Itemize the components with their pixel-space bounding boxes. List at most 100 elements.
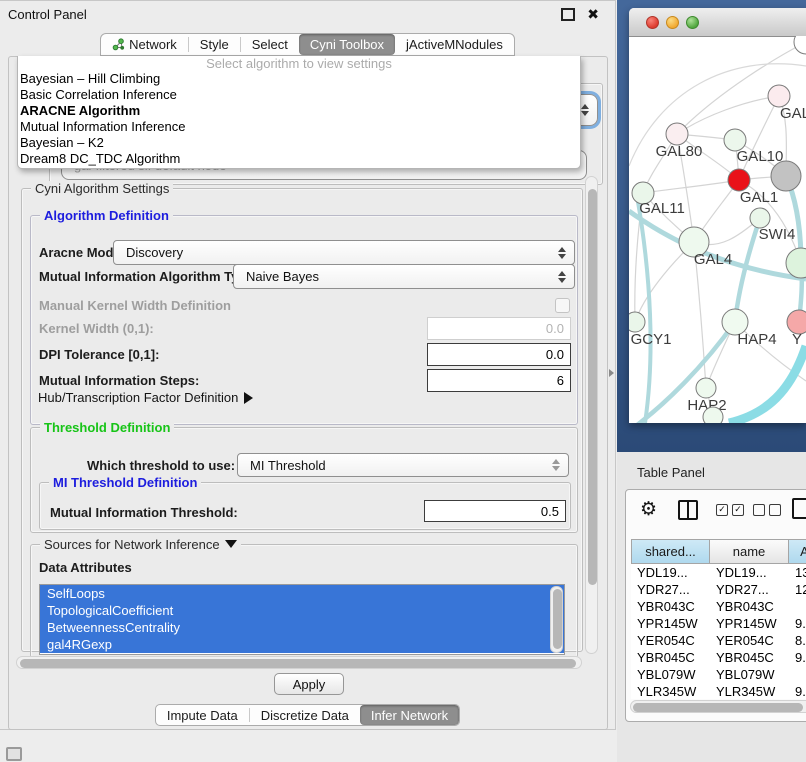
which-threshold-combo[interactable]: MI Threshold: [237, 453, 569, 477]
aracne-mode-value: Discovery: [114, 245, 554, 260]
sources-group-title[interactable]: Sources for Network Inference: [40, 537, 241, 552]
tab-label: Network: [129, 37, 177, 52]
tab-network[interactable]: Network: [101, 34, 188, 55]
column-header-a[interactable]: A: [789, 539, 806, 564]
table-body: YDL19...YDL19...13YDR27...YDR27...12YBR0…: [631, 564, 806, 699]
table-hscroll-thumb[interactable]: [633, 703, 803, 712]
settings-hscroll-thumb[interactable]: [20, 659, 576, 668]
dropdown-item-aracne-algorithm[interactable]: ARACNE Algorithm: [18, 103, 580, 119]
mi-algorithm-type-combo[interactable]: Naive Bayes: [233, 264, 575, 289]
attributes-scrollbar-thumb[interactable]: [553, 589, 562, 649]
table-cell: YBL079W: [710, 666, 789, 683]
network-canvas[interactable]: GALGAL80GAL10GAL1GAL11SWI4GAL4GCY1HAP4YH…: [629, 36, 806, 423]
list-item-selfloops[interactable]: SelfLoops: [40, 585, 564, 602]
bottom-tab-impute-data[interactable]: Impute Data: [156, 705, 249, 725]
dropdown-item-dream8-dc-tdc-algorithm[interactable]: Dream8 DC_TDC Algorithm: [18, 151, 580, 167]
network-edge: [643, 180, 739, 193]
table-row[interactable]: YBL079WYBL079W: [631, 666, 806, 683]
network-node-gcy1[interactable]: [629, 312, 645, 332]
table-cell: YDL19...: [631, 564, 710, 581]
network-node[interactable]: [771, 161, 801, 191]
select-all-columns-icon[interactable]: ✓✓: [716, 504, 744, 516]
tab-cyni-toolbox[interactable]: Cyni Toolbox: [299, 34, 395, 55]
tab-style[interactable]: Style: [189, 34, 240, 55]
table-cell: 9.: [789, 683, 806, 699]
table-horizontal-scrollbar: [630, 700, 806, 713]
table-row[interactable]: YPR145WYPR145W9.: [631, 615, 806, 632]
network-node[interactable]: [703, 407, 723, 423]
network-node[interactable]: [786, 248, 806, 278]
aracne-mode-combo[interactable]: Discovery: [113, 240, 575, 265]
data-attributes-list[interactable]: SelfLoopsTopologicalCoefficientBetweenne…: [39, 584, 565, 655]
deselect-all-columns-icon[interactable]: [753, 504, 781, 516]
table-row[interactable]: YBR045CYBR045C9.: [631, 649, 806, 666]
combo-stepper-icon: [548, 459, 564, 471]
network-node-swi4[interactable]: [750, 208, 770, 228]
table-row[interactable]: YDL19...YDL19...13: [631, 564, 806, 581]
collapsed-panel-icon[interactable]: [6, 747, 22, 761]
dropdown-item-basic-correlation-inference[interactable]: Basic Correlation Inference: [18, 87, 580, 103]
splitter-handle[interactable]: [609, 369, 614, 377]
settings-vertical-scrollbar: [585, 176, 598, 654]
dpi-tolerance-field[interactable]: [427, 343, 571, 366]
network-window-titlebar[interactable]: [629, 8, 806, 37]
network-node-gal1[interactable]: [728, 169, 750, 191]
close-traffic-light-icon[interactable]: [646, 16, 659, 29]
list-item-topologicalcoefficient[interactable]: TopologicalCoefficient: [40, 602, 564, 619]
threshold-definition-group: Threshold Definition Which threshold to …: [30, 427, 578, 533]
network-view-window: GALGAL80GAL10GAL1GAL11SWI4GAL4GCY1HAP4YH…: [629, 8, 806, 423]
bottom-tab-discretize-data[interactable]: Discretize Data: [250, 705, 360, 725]
network-node-hap2[interactable]: [696, 378, 716, 398]
table-row[interactable]: YDR27...YDR27...12: [631, 581, 806, 598]
zoom-traffic-light-icon[interactable]: [686, 16, 699, 29]
tab-select[interactable]: Select: [241, 34, 299, 55]
bottom-tab-label: Impute Data: [167, 708, 238, 723]
hub-definition-toggle[interactable]: Hub/Transcription Factor Definition: [38, 390, 253, 405]
network-edge: [729, 346, 806, 423]
sources-group: Sources for Network Inference Data Attri…: [30, 544, 578, 658]
gear-icon[interactable]: ⚙: [640, 498, 657, 521]
tab-label: Select: [252, 37, 288, 52]
list-item-gal4rgexp[interactable]: gal4RGexp: [40, 636, 564, 653]
hub-definition-label: Hub/Transcription Factor Definition: [38, 390, 238, 405]
manual-kernel-label: Manual Kernel Width Definition: [39, 298, 231, 313]
settings-horizontal-scrollbar: [16, 656, 582, 669]
data-attributes-label: Data Attributes: [39, 560, 132, 575]
network-node[interactable]: [794, 36, 806, 54]
bottom-tab-infer-network[interactable]: Infer Network: [360, 705, 459, 725]
list-item-betweennesscentrality[interactable]: BetweennessCentrality: [40, 619, 564, 636]
new-table-icon[interactable]: [792, 498, 806, 519]
mi-threshold-field[interactable]: [424, 500, 566, 522]
minimize-traffic-light-icon[interactable]: [666, 16, 679, 29]
threshold-definition-title: Threshold Definition: [40, 420, 174, 435]
table-row[interactable]: YBR043CYBR043C: [631, 598, 806, 615]
columns-icon[interactable]: [678, 500, 698, 520]
which-threshold-value: MI Threshold: [238, 458, 548, 473]
algorithm-dropdown-list: Select algorithm to view settings Bayesi…: [17, 56, 581, 169]
apply-button[interactable]: Apply: [274, 673, 344, 695]
node-label: HAP4: [737, 331, 776, 348]
settings-vscroll-thumb[interactable]: [588, 189, 597, 585]
dropdown-item-bayesian-hill-climbing[interactable]: Bayesian – Hill Climbing: [18, 71, 580, 87]
tab-jactivemnodules[interactable]: jActiveMNodules: [395, 34, 514, 55]
dropdown-item-mutual-information-inference[interactable]: Mutual Information Inference: [18, 119, 580, 135]
top-tab-bar: Network Style Select Cyni Toolbox jActiveMNo…: [0, 33, 615, 56]
table-row[interactable]: YER054CYER054C8.: [631, 632, 806, 649]
dpi-tolerance-label: DPI Tolerance [0,1]:: [39, 347, 159, 362]
close-icon[interactable]: ✖: [587, 8, 599, 21]
bottom-tab-bar: Impute Data Discretize DataInfer Network: [0, 704, 615, 726]
screen: Control Panel ✖ NetworkStyleSelectCyni T…: [0, 0, 806, 762]
float-window-icon[interactable]: [561, 8, 575, 21]
node-label: GAL10: [737, 148, 784, 165]
tab-label: jActiveMNodules: [406, 37, 503, 52]
network-node-gal[interactable]: [768, 85, 790, 107]
network-node-gal80[interactable]: [666, 123, 688, 145]
column-header-name[interactable]: name: [710, 539, 789, 564]
column-header-shared[interactable]: shared...: [631, 539, 710, 564]
table-cell: YBR043C: [710, 598, 789, 615]
table-cell: YER054C: [631, 632, 710, 649]
node-label: GAL1: [740, 189, 778, 206]
mi-steps-field[interactable]: [427, 369, 571, 392]
dropdown-item-bayesian-k2[interactable]: Bayesian – K2: [18, 135, 580, 151]
table-row[interactable]: YLR345WYLR345W9.: [631, 683, 806, 699]
